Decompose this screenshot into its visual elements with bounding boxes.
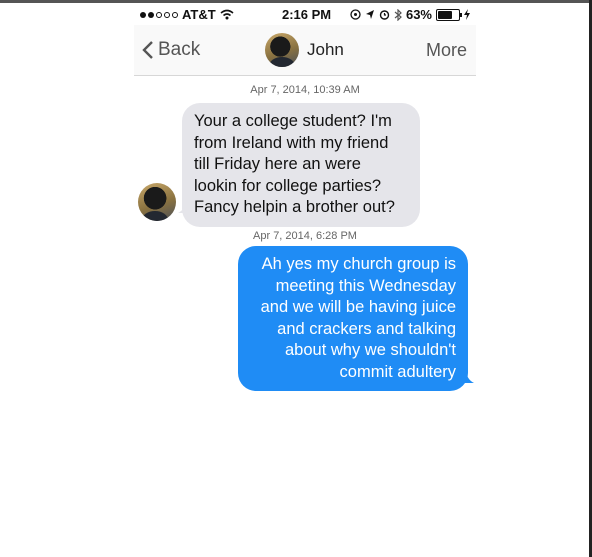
- status-right: 63%: [350, 7, 470, 22]
- conversation-nav-bar: Back John More: [134, 25, 476, 76]
- battery-icon: [436, 8, 462, 21]
- phone-screen: AT&T 2:16 PM 63% Back John More Apr 7, 2…: [134, 3, 476, 557]
- message-timestamp: Apr 7, 2014, 6:28 PM: [253, 230, 357, 242]
- contact-header[interactable]: John: [265, 33, 344, 67]
- sender-avatar: [138, 183, 176, 221]
- message-line: commit adultery: [339, 362, 456, 381]
- status-bar: AT&T 2:16 PM 63%: [134, 3, 476, 25]
- message-line: Your a college student? I'm: [194, 112, 392, 130]
- message-timestamp: Apr 7, 2014, 10:39 AM: [250, 84, 360, 96]
- message-line: Fancy helpin a brother out?: [194, 198, 395, 216]
- incoming-message-bubble: Your a college student? I'm from Ireland…: [182, 103, 420, 227]
- message-line: Ah yes my church group is: [261, 255, 456, 273]
- battery-percent: 63%: [405, 7, 432, 22]
- more-button[interactable]: More: [426, 40, 467, 61]
- outgoing-message-bubble: Ah yes my church group is meeting this W…: [238, 246, 468, 391]
- contact-name: John: [307, 40, 344, 59]
- back-button[interactable]: Back: [142, 39, 200, 61]
- contact-avatar: [265, 33, 299, 67]
- carrier-label: AT&T: [182, 7, 216, 22]
- message-line: and we will be having juice: [260, 298, 456, 316]
- message-line: lookin for college parties?: [194, 176, 382, 195]
- location-icon: [350, 9, 361, 20]
- bluetooth-icon: [394, 8, 402, 21]
- wifi-icon: [220, 9, 234, 20]
- message-line: and crackers and talking: [277, 319, 456, 338]
- back-chevron-icon: [142, 41, 153, 59]
- status-time: 2:16 PM: [282, 7, 332, 22]
- message-line: meeting this Wednesday: [275, 276, 456, 295]
- navigation-arrow-icon: [365, 10, 374, 19]
- charging-icon: [464, 9, 470, 20]
- back-label: Back: [158, 39, 201, 60]
- message-line: from Ireland with my friend: [194, 133, 389, 152]
- status-left: AT&T: [140, 7, 234, 22]
- alarm-icon: [379, 10, 390, 20]
- signal-dots-icon: [140, 11, 178, 18]
- message-line: till Friday here an were: [194, 155, 361, 173]
- message-line: about why we shouldn't: [284, 341, 456, 359]
